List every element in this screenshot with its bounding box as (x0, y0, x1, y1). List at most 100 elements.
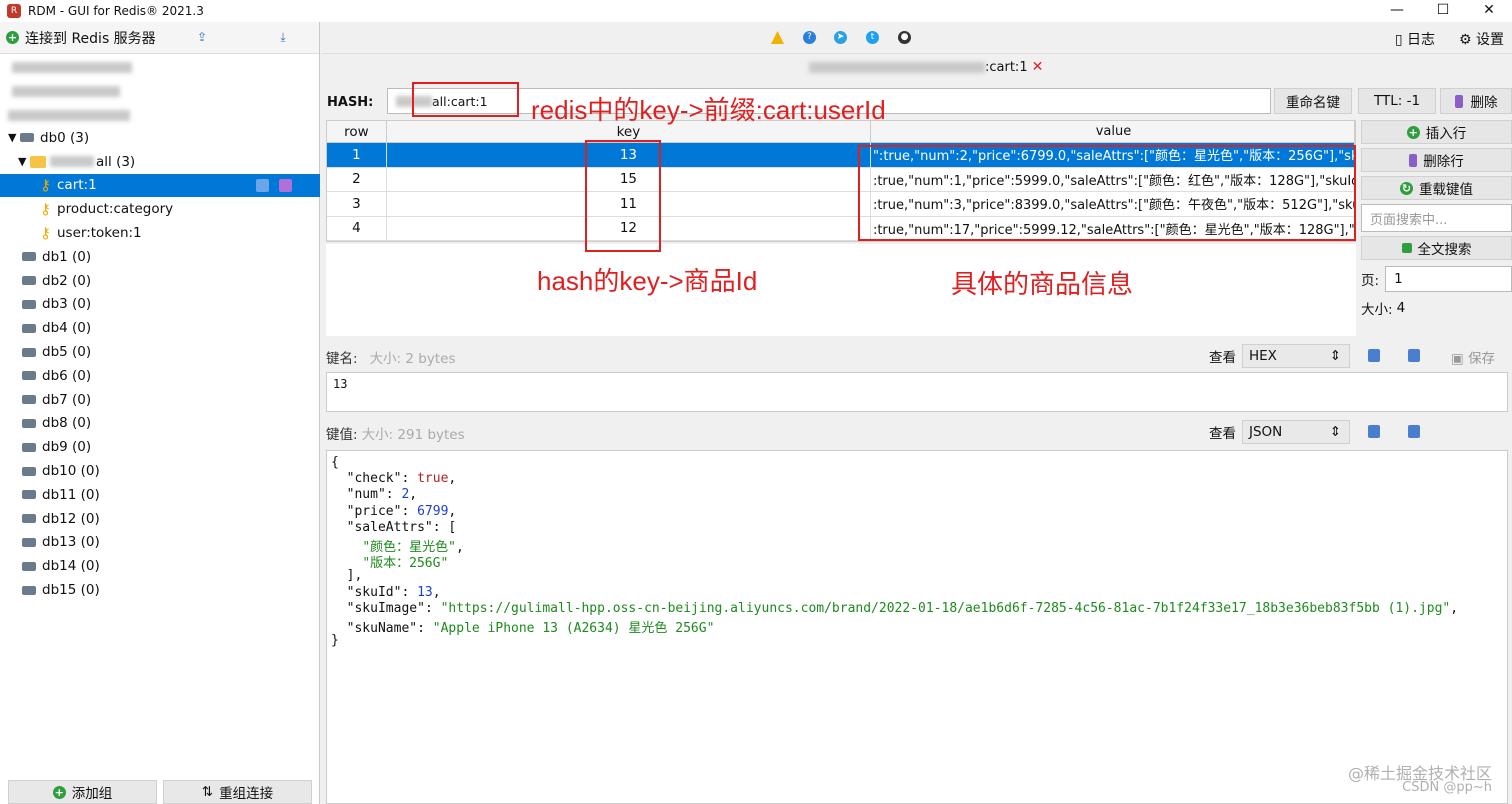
page-input[interactable]: 1 (1385, 266, 1512, 292)
page-field: 页: 1 (1361, 266, 1512, 292)
tree-db10[interactable]: db10 (0) (0, 459, 320, 483)
title-bar: R RDM - GUI for Redis® 2021.3 — ☐ ✕ (0, 0, 1512, 22)
blurred-connection[interactable] (12, 62, 132, 73)
telegram-icon[interactable]: ➤ (834, 31, 847, 44)
cell-row[interactable]: 3 (327, 192, 387, 216)
copy-icon[interactable] (1368, 349, 1380, 362)
key-icon: ⚷ (40, 224, 51, 243)
play-icon (1401, 243, 1412, 253)
rename-button[interactable]: 重命名键 (1274, 88, 1352, 114)
import-icon[interactable]: ⇪ (195, 30, 209, 44)
tree-db1[interactable]: db1 (0) (0, 245, 320, 269)
tree-key-product[interactable]: ⚷ product:category (0, 197, 320, 221)
warning-icon[interactable] (771, 31, 784, 44)
tree-db9[interactable]: db9 (0) (0, 435, 320, 459)
tree-db4[interactable]: db4 (0) (0, 316, 320, 340)
settings-button[interactable]: ⚙ 设置 (1459, 29, 1504, 49)
tree-db11[interactable]: db11 (0) (0, 483, 320, 507)
delete-key-button[interactable]: 删除 (1440, 88, 1512, 114)
tree-db7[interactable]: db7 (0) (0, 388, 320, 412)
insert-row-button[interactable]: + 插入行 (1361, 120, 1512, 144)
chevron-updown-icon: ⇕ (1329, 348, 1341, 364)
header-value[interactable]: value (871, 121, 1356, 142)
edit-icon[interactable] (1408, 425, 1420, 438)
minimize-button[interactable]: — (1374, 0, 1420, 22)
tree-db2[interactable]: db2 (0) (0, 269, 320, 293)
expand-arrow-icon[interactable]: ▼ (8, 131, 20, 144)
reload-icon: ↻ (1400, 181, 1413, 195)
delete-row-button[interactable]: 删除行 (1361, 148, 1512, 172)
app-logo-icon: R (7, 4, 21, 18)
value-view-dropdown[interactable]: JSON ⇕ (1242, 420, 1350, 444)
tree-folder[interactable]: ▼ all (3) (0, 150, 320, 174)
tab-cart[interactable]: :cart:1 ✕ (809, 56, 1043, 78)
database-icon (22, 466, 36, 476)
value-json-editor[interactable]: { "check": true, "num": 2, "price": 6799… (326, 450, 1508, 804)
tree-db0[interactable]: ▼ db0 (3) (0, 126, 320, 150)
tree-key-cart[interactable]: ⚷ cart:1 (0, 173, 320, 198)
trash-icon (1409, 153, 1418, 167)
connect-server-button[interactable]: + 连接到 Redis 服务器 (0, 22, 319, 54)
plus-icon: + (1406, 125, 1420, 139)
key-type-label: HASH: (327, 94, 374, 110)
annotation-box-hash-key (585, 140, 661, 252)
tree-db13[interactable]: db13 (0) (0, 531, 320, 555)
key-view-dropdown[interactable]: HEX ⇕ (1242, 344, 1350, 368)
tab-close-icon[interactable]: ✕ (1032, 59, 1044, 75)
github-icon[interactable]: ● (898, 31, 911, 44)
size-field: 大小: 4 (1361, 300, 1406, 318)
cell-row[interactable]: 1 (327, 143, 387, 167)
save-icon: ▣ (1451, 351, 1464, 367)
reconnect-button[interactable]: ⇅ 重组连接 (163, 780, 312, 804)
add-group-button[interactable]: + 添加组 (8, 780, 157, 804)
blurred-connection[interactable] (8, 110, 130, 121)
close-button[interactable]: ✕ (1466, 0, 1512, 22)
trash-icon (1454, 94, 1463, 108)
cell-row[interactable]: 2 (327, 167, 387, 191)
cell-row[interactable]: 4 (327, 216, 387, 240)
export-icon[interactable]: ⤓ (276, 30, 290, 44)
key-icon: ⚷ (40, 200, 51, 219)
header-row[interactable]: row (327, 121, 387, 142)
blurred-connection[interactable] (12, 86, 120, 97)
tree-db6[interactable]: db6 (0) (0, 364, 320, 388)
database-icon (22, 323, 36, 333)
log-button[interactable]: ▯ 日志 (1395, 29, 1435, 49)
database-tree: ▼ db0 (3) ▼ all (3) ⚷ cart:1 ⚷ product:c… (0, 126, 320, 602)
window-title: RDM - GUI for Redis® 2021.3 (28, 4, 204, 18)
trash-icon[interactable] (279, 178, 292, 192)
maximize-button[interactable]: ☐ (1420, 0, 1466, 22)
full-search-button[interactable]: 全文搜索 (1361, 236, 1512, 260)
edit-icon[interactable] (1408, 349, 1420, 362)
database-icon (22, 514, 36, 524)
database-icon (22, 585, 36, 595)
tree-db5[interactable]: db5 (0) (0, 340, 320, 364)
annotation-redis-key: redis中的key->前缀:cart:userId (531, 95, 886, 125)
key-content-editor[interactable]: 13 (326, 372, 1508, 412)
database-icon (22, 395, 36, 405)
tree-db14[interactable]: db14 (0) (0, 554, 320, 578)
database-icon (20, 133, 34, 143)
tree-db8[interactable]: db8 (0) (0, 412, 320, 436)
expand-arrow-icon[interactable]: ▼ (18, 155, 30, 168)
tree-db12[interactable]: db12 (0) (0, 507, 320, 531)
copy-icon[interactable] (256, 178, 269, 192)
ttl-button[interactable]: TTL: -1 (1358, 88, 1436, 114)
sidebar-bottom-bar: + 添加组 ⇅ 重组连接 (0, 780, 320, 804)
database-icon (22, 299, 36, 309)
reload-button[interactable]: ↻ 重载键值 (1361, 176, 1512, 200)
main-panel: ? ➤ t ● ▯ 日志 ⚙ 设置 :cart:1 ✕ HASH: all:ca… (321, 22, 1512, 804)
folder-icon (30, 155, 46, 168)
key-icon: ⚷ (40, 176, 51, 195)
help-icon[interactable]: ? (803, 31, 816, 44)
copy-icon[interactable] (1368, 425, 1380, 438)
database-icon (22, 276, 36, 286)
database-icon (22, 418, 36, 428)
page-search-input[interactable]: 页面搜索中... (1361, 204, 1512, 232)
tree-db15[interactable]: db15 (0) (0, 578, 320, 602)
save-button[interactable]: ▣ 保存 (1451, 347, 1495, 367)
tree-db3[interactable]: db3 (0) (0, 293, 320, 317)
annotation-product-info: 具体的商品信息 (951, 269, 1134, 299)
twitter-icon[interactable]: t (866, 31, 879, 44)
tree-key-token[interactable]: ⚷ user:token:1 (0, 221, 320, 245)
